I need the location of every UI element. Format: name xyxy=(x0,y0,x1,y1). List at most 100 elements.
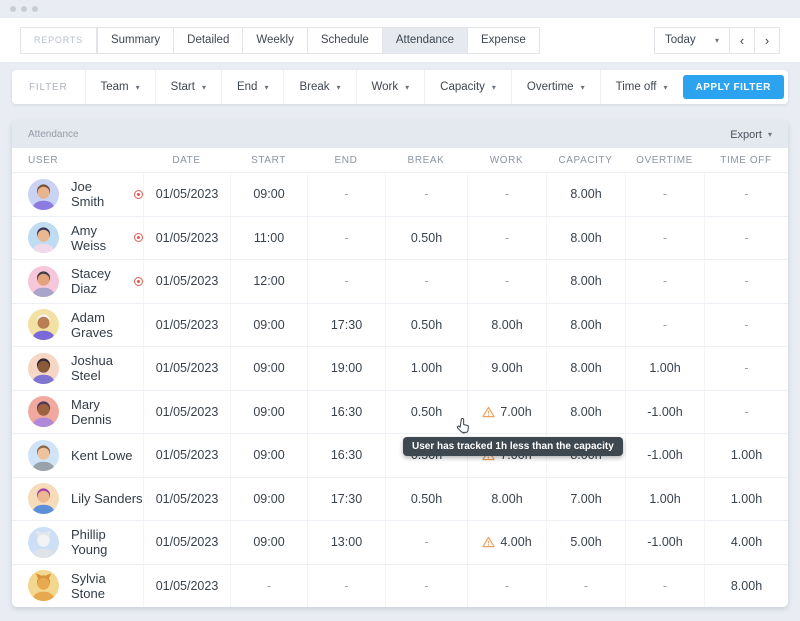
date-range-select[interactable]: Today ▾ xyxy=(654,27,730,54)
filter-bar: FILTER Team▾Start▾End▾Break▾Work▾Capacit… xyxy=(12,70,788,104)
cell-capacity: 8.00h xyxy=(546,173,625,216)
cell-value: 16:30 xyxy=(331,405,362,419)
topbar: REPORTS SummaryDetailedWeeklyScheduleAtt… xyxy=(0,18,800,62)
cell-end: 17:30 xyxy=(307,478,385,521)
cell-value: - xyxy=(744,361,748,375)
filter-label: FILTER xyxy=(12,82,85,93)
cell-value: 1.00h xyxy=(731,448,762,462)
cell-date: 01/05/2023 xyxy=(143,391,230,434)
chevron-down-icon: ▾ xyxy=(768,130,772,139)
avatar xyxy=(28,483,59,514)
cell-value: - xyxy=(505,187,509,201)
table-row: Joe Smith01/05/202309:00---8.00h-- xyxy=(12,172,788,216)
tab-expense[interactable]: Expense xyxy=(467,27,540,54)
cell-value: 8.00h xyxy=(731,579,762,593)
cell-date: 01/05/2023 xyxy=(143,521,230,564)
cell-value: 1.00h xyxy=(649,361,680,375)
table-row: Mary Dennis01/05/202309:0016:300.50h7.00… xyxy=(12,390,788,434)
cell-value: 8.00h xyxy=(570,361,601,375)
filter-dropdowns: Team▾Start▾End▾Break▾Work▾Capacity▾Overt… xyxy=(85,70,683,104)
window-dot-icon xyxy=(10,6,16,12)
cell-work: - xyxy=(467,565,546,608)
cell-value: - xyxy=(344,231,348,245)
tab-attendance[interactable]: Attendance xyxy=(382,27,468,54)
cell-value: 01/05/2023 xyxy=(156,535,219,549)
table-row: Joshua Steel01/05/202309:0019:001.00h9.0… xyxy=(12,346,788,390)
filter-dropdown-break[interactable]: Break▾ xyxy=(283,70,355,104)
export-button[interactable]: Export ▾ xyxy=(730,129,772,141)
next-button[interactable]: › xyxy=(754,27,780,54)
cell-value: 8.00h xyxy=(570,231,601,245)
cell-value: - xyxy=(424,274,428,288)
table-row: Stacey Diaz01/05/202312:00---8.00h-- xyxy=(12,259,788,303)
cell-value: 4.00h xyxy=(500,535,531,549)
cell-value: - xyxy=(424,535,428,549)
live-indicator-icon xyxy=(134,277,143,286)
user-name: Adam Graves xyxy=(71,310,143,340)
cell-value: - xyxy=(344,187,348,201)
avatar xyxy=(28,266,59,297)
user-cell: Phillip Young xyxy=(12,521,143,564)
live-indicator-icon xyxy=(134,233,143,242)
filter-dropdown-work[interactable]: Work▾ xyxy=(356,70,425,104)
filter-dropdown-label: Time off xyxy=(616,81,657,93)
tab-summary[interactable]: Summary xyxy=(97,27,174,54)
cell-end: 17:30 xyxy=(307,304,385,347)
cell-value: 01/05/2023 xyxy=(156,187,219,201)
tab-weekly[interactable]: Weekly xyxy=(242,27,308,54)
warning-icon[interactable] xyxy=(482,406,495,418)
prev-button[interactable]: ‹ xyxy=(729,27,755,54)
filter-dropdown-start[interactable]: Start▾ xyxy=(155,70,221,104)
reports-group-label: REPORTS xyxy=(20,27,97,54)
cell-start: 09:00 xyxy=(230,521,307,564)
cell-value: - xyxy=(663,231,667,245)
cursor-hand-icon xyxy=(454,417,473,438)
cell-date: 01/05/2023 xyxy=(143,434,230,477)
warning-icon[interactable] xyxy=(482,536,495,548)
column-header-work: WORK xyxy=(467,155,546,166)
cell-value: - xyxy=(663,274,667,288)
cell-work: 9.00h xyxy=(467,347,546,390)
cell-value: - xyxy=(744,318,748,332)
filter-dropdown-end[interactable]: End▾ xyxy=(221,70,283,104)
filter-dropdown-time-off[interactable]: Time off▾ xyxy=(600,70,683,104)
filter-dropdown-label: Overtime xyxy=(527,81,574,93)
filter-dropdown-overtime[interactable]: Overtime ▾ xyxy=(511,70,600,104)
cell-date: 01/05/2023 xyxy=(143,173,230,216)
column-header-end: END xyxy=(307,155,385,166)
cell-time-off: 1.00h xyxy=(704,478,788,521)
tab-list: SummaryDetailedWeeklyScheduleAttendanceE… xyxy=(97,27,540,54)
tab-detailed[interactable]: Detailed xyxy=(173,27,243,54)
cell-start: 09:00 xyxy=(230,304,307,347)
cell-value: - xyxy=(744,405,748,419)
user-cell: Joshua Steel xyxy=(12,347,143,390)
table-row: Phillip Young01/05/202309:0013:00-4.00h5… xyxy=(12,520,788,564)
cell-break: - xyxy=(385,521,467,564)
cell-value: 0.50h xyxy=(411,318,442,332)
cell-value: 7.00h xyxy=(500,405,531,419)
filter-dropdown-label: Break xyxy=(299,81,329,93)
cell-value: 4.00h xyxy=(731,535,762,549)
cell-value: 01/05/2023 xyxy=(156,274,219,288)
cell-work: 8.00h xyxy=(467,478,546,521)
cell-work: 8.00h xyxy=(467,304,546,347)
cell-break: 0.50h xyxy=(385,304,467,347)
cell-value: 0.50h xyxy=(411,492,442,506)
cell-start: 11:00 xyxy=(230,217,307,260)
cell-time-off: - xyxy=(704,217,788,260)
cell-value: 01/05/2023 xyxy=(156,231,219,245)
cell-value: - xyxy=(344,274,348,288)
filter-dropdown-capacity[interactable]: Capacity▾ xyxy=(424,70,511,104)
apply-filter-button[interactable]: APPLY FILTER xyxy=(683,75,784,99)
cell-value: 8.00h xyxy=(491,318,522,332)
tab-schedule[interactable]: Schedule xyxy=(307,27,383,54)
avatar xyxy=(28,179,59,210)
filter-dropdown-label: Team xyxy=(101,81,129,93)
chevron-down-icon: ▾ xyxy=(581,83,585,92)
cell-overtime: - xyxy=(625,260,704,303)
filter-dropdown-team[interactable]: Team▾ xyxy=(85,70,155,104)
tooltip: User has tracked 1h less than the capaci… xyxy=(403,437,623,456)
cell-break: 0.50h xyxy=(385,478,467,521)
cell-value: - xyxy=(663,318,667,332)
cell-time-off: - xyxy=(704,347,788,390)
